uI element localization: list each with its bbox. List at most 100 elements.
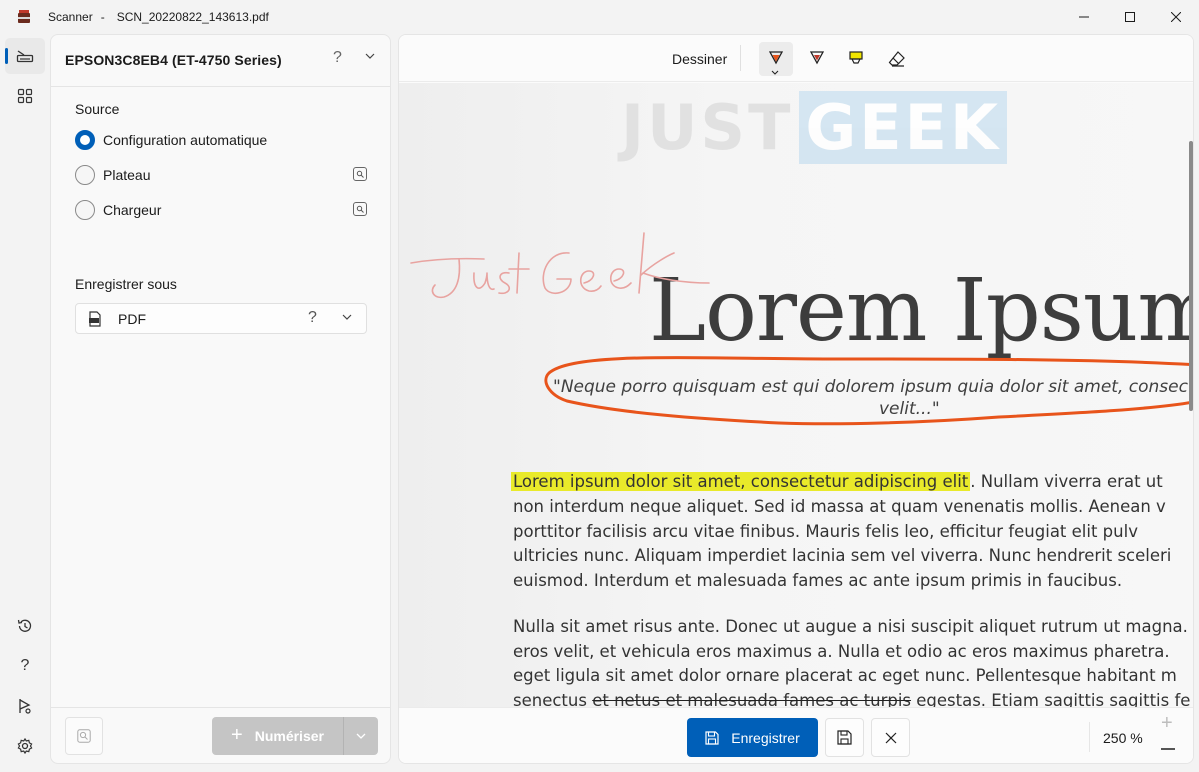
paragraph-2-line-2: eros velit, et vehicula eros maximus a. … (513, 642, 1170, 661)
paragraph-1-line-1: Lorem ipsum dolor sit amet, consectetur … (511, 470, 1193, 495)
scanner-name: EPSON3C8EB4 (ET-4750 Series) (65, 52, 282, 68)
preview-icon (77, 729, 91, 743)
scanner-app-icon (18, 10, 30, 23)
highlighter-tool[interactable] (839, 42, 873, 76)
paragraph-2-line-1: Nulla sit amet risus ante. Donec ut augu… (513, 617, 1188, 636)
source-option-label: Plateau (103, 167, 151, 183)
pencil-tool[interactable] (800, 42, 834, 76)
settings-icon (17, 737, 33, 755)
paragraph-text: egestas. Etiam sagittis sagittis fe (911, 691, 1191, 707)
save-button-label: Enregistrer (731, 729, 800, 746)
paragraph-1-line-4: ultricies nunc. Aliquam imperdiet lacini… (513, 546, 1172, 565)
paragraph-text: . Nullam viverra erat ut (970, 472, 1163, 491)
window-controls (1061, 0, 1199, 34)
file-format-select[interactable]: PDF ? (75, 303, 367, 334)
radio-unchecked[interactable] (75, 165, 95, 185)
close-icon (1171, 12, 1181, 22)
format-help-icon[interactable]: ? (308, 309, 317, 327)
scan-button[interactable]: + Numériser (212, 717, 343, 755)
discard-button[interactable] (871, 718, 910, 757)
document-view: Dessiner Lorem Ipsum "Neque porro quisqu… (398, 34, 1194, 764)
action-bar: Enregistrer 250 % + (399, 707, 1193, 763)
flatbed-preview-icon[interactable] (353, 167, 367, 181)
history-icon (17, 619, 32, 632)
preview-button[interactable] (65, 717, 103, 755)
strikethrough-text: et netus et malesuada fames ac turpis (592, 691, 912, 707)
maximize-button[interactable] (1107, 0, 1153, 34)
eraser-tool[interactable] (880, 42, 914, 76)
zoom-in-button[interactable]: + (1161, 712, 1173, 735)
divider (1089, 722, 1090, 752)
close-icon (885, 732, 896, 743)
ballpoint-pen-tool[interactable] (759, 42, 793, 76)
scanner-icon (16, 50, 34, 63)
divider (51, 707, 390, 708)
nav-apps[interactable] (5, 78, 45, 114)
chevron-down-icon (356, 733, 366, 739)
title-bar: Scanner - SCN_20220822_143613.pdf (0, 0, 1199, 34)
feedback-icon (19, 699, 31, 714)
highlighted-text: Lorem ipsum dolor sit amet, consectetur … (511, 472, 971, 491)
divider (51, 86, 390, 87)
save-as-icon (837, 730, 852, 745)
paragraph-text: senectus (513, 691, 593, 707)
vertical-scrollbar[interactable] (1189, 141, 1193, 411)
paragraph-1-line-2: non interdum neque aliquet. Sed id massa… (513, 497, 1166, 516)
plus-icon: + (231, 723, 243, 746)
ballpoint-pen-icon (768, 51, 784, 65)
document-headline: Lorem Ipsum (649, 261, 1194, 361)
chevron-down-icon[interactable] (365, 53, 375, 59)
minimize-button[interactable] (1061, 0, 1107, 34)
pdf-file-icon (89, 310, 101, 327)
close-button[interactable] (1153, 0, 1199, 34)
title-separator: - (100, 10, 105, 24)
file-name: SCN_20220822_143613.pdf (116, 10, 269, 24)
source-option-flatbed[interactable]: Plateau (75, 165, 150, 185)
pencil-icon (809, 51, 825, 65)
app-name: Scanner (48, 10, 93, 24)
scan-options-dropdown[interactable] (343, 717, 378, 755)
save-as-button[interactable] (825, 718, 864, 757)
nav-feedback[interactable] (5, 688, 45, 724)
scan-settings-panel: EPSON3C8EB4 (ET-4750 Series) ? Source Co… (50, 34, 391, 764)
drawing-toolbar: Dessiner (399, 35, 1193, 82)
save-as-label: Enregistrer sous (75, 276, 177, 292)
source-option-auto[interactable]: Configuration automatique (75, 130, 267, 150)
source-option-feeder[interactable]: Chargeur (75, 200, 161, 220)
nav-help[interactable]: ? (5, 648, 45, 684)
toolbar-divider (740, 45, 741, 71)
scan-button-label: Numériser (254, 728, 324, 744)
scanned-document[interactable]: Lorem Ipsum "Neque porro quisquam est qu… (399, 83, 1194, 707)
paragraph-2-line-3: eget ligula sit amet dolor ornare placer… (513, 666, 1177, 685)
source-option-label: Configuration automatique (103, 132, 268, 148)
paragraph-1-line-3: porttitor facilisis arcu vitae finibus. … (513, 522, 1138, 541)
help-icon: ? (20, 657, 30, 674)
draw-label: Dessiner (672, 51, 728, 67)
zoom-level: 250 % (1103, 730, 1143, 746)
nav-history[interactable] (5, 608, 45, 644)
zoom-out-button[interactable] (1161, 748, 1175, 750)
maximize-icon (1125, 12, 1135, 22)
eraser-icon (888, 51, 905, 67)
save-button[interactable]: Enregistrer (687, 718, 818, 757)
save-icon (705, 730, 719, 745)
apps-grid-icon (17, 88, 33, 104)
source-option-label: Chargeur (103, 202, 162, 218)
highlighter-icon (849, 51, 863, 64)
feeder-preview-icon[interactable] (353, 202, 367, 216)
source-label: Source (75, 101, 120, 117)
chevron-down-icon (771, 70, 779, 75)
file-format-value: PDF (118, 310, 146, 327)
nav-scan[interactable] (5, 38, 45, 74)
navigation-rail: ? (0, 34, 50, 772)
nav-settings[interactable] (5, 728, 45, 764)
chevron-down-icon (342, 314, 352, 320)
document-quote-line2: velit..." (879, 399, 940, 419)
document-quote-line1: "Neque porro quisquam est qui dolorem ip… (553, 377, 1193, 397)
minimize-icon (1079, 16, 1089, 18)
radio-checked[interactable] (75, 130, 95, 150)
paragraph-2-line-4: senectus et netus et malesuada fames ac … (513, 689, 1193, 707)
scanner-help-icon[interactable]: ? (333, 49, 342, 67)
radio-unchecked[interactable] (75, 200, 95, 220)
paragraph-1-line-5: euismod. Interdum et malesuada fames ac … (513, 571, 1123, 590)
